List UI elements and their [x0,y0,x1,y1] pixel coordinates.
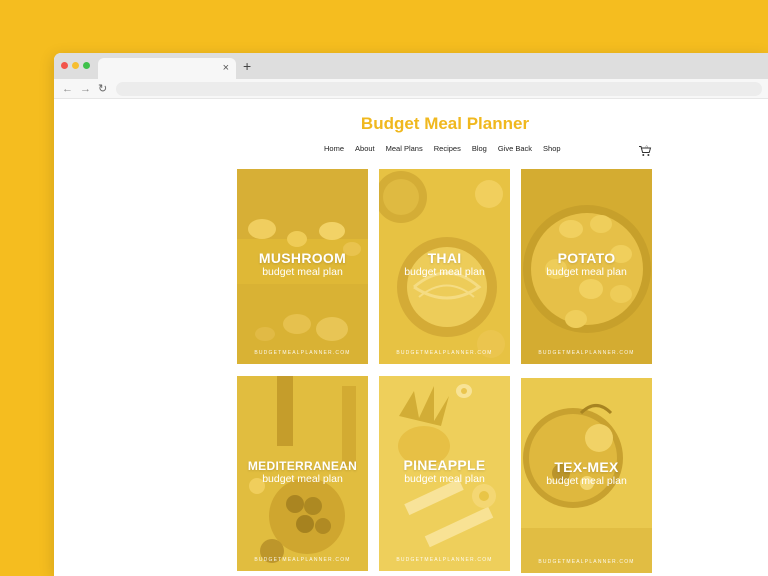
meal-plan-card-mushroom[interactable]: MUSHROOM budget meal plan BUDGETMEALPLAN… [237,169,368,364]
card-subtitle: budget meal plan [546,475,627,487]
close-window-dot[interactable] [61,62,68,69]
tab-bar: × + [54,53,768,79]
card-subtitle: budget meal plan [262,473,343,485]
card-title: POTATO [557,250,616,266]
close-tab-icon[interactable]: × [223,61,229,75]
meal-plan-card-thai[interactable]: THAI budget meal plan BUDGETMEALPLANNER.… [379,169,510,364]
address-bar[interactable] [116,82,762,96]
card-subtitle: budget meal plan [546,266,627,278]
menu-item-home[interactable]: Home [324,144,344,153]
card-footer: BUDGETMEALPLANNER.COM [538,350,635,356]
card-subtitle: budget meal plan [262,266,343,278]
menu-item-about[interactable]: About [355,144,375,153]
card-footer: BUDGETMEALPLANNER.COM [254,350,351,356]
card-subtitle: budget meal plan [404,473,485,485]
maximize-window-dot[interactable] [83,62,90,69]
browser-toolbar: ← → ↻ [54,79,768,99]
menu-item-blog[interactable]: Blog [472,144,487,153]
card-title: PINEAPPLE [403,457,486,473]
menu-item-shop[interactable]: Shop [543,144,561,153]
card-title: MUSHROOM [258,250,347,266]
browser-tab[interactable]: × [98,58,236,79]
meal-plan-card-pineapple[interactable]: PINEAPPLE budget meal plan BUDGETMEALPLA… [379,376,510,571]
card-subtitle: budget meal plan [404,266,485,278]
main-menu: Home About Meal Plans Recipes Blog Give … [324,144,561,153]
reload-icon[interactable]: ↻ [98,82,107,96]
menu-item-give-back[interactable]: Give Back [498,144,532,153]
card-title: TEX-MEX [554,459,619,475]
meal-plan-card-mediterranean[interactable]: MEDITERRANEAN budget meal plan BUDGETMEA… [237,376,368,571]
meal-plan-card-tex-mex[interactable]: TEX-MEX budget meal plan BUDGETMEALPLANN… [521,378,652,573]
card-footer: BUDGETMEALPLANNER.COM [396,557,493,563]
menu-item-meal-plans[interactable]: Meal Plans [386,144,423,153]
back-icon[interactable]: ← [62,82,73,96]
forward-icon[interactable]: → [80,82,91,96]
cart-icon[interactable]: 0 [638,145,652,157]
card-title: MEDITERRANEAN [247,459,358,473]
card-footer: BUDGETMEALPLANNER.COM [396,350,493,356]
menu-item-recipes[interactable]: Recipes [434,144,461,153]
browser-window: × + ← → ↻ Budget Meal Planner Home About… [54,53,768,576]
card-title: THAI [427,250,462,266]
card-footer: BUDGETMEALPLANNER.COM [254,557,351,563]
minimize-window-dot[interactable] [72,62,79,69]
new-tab-icon[interactable]: + [243,58,251,74]
site-title[interactable]: Budget Meal Planner [54,114,768,134]
meal-plan-card-potato[interactable]: POTATO budget meal plan BUDGETMEALPLANNE… [521,169,652,364]
card-footer: BUDGETMEALPLANNER.COM [538,559,635,565]
svg-text:0: 0 [646,145,648,149]
website: Budget Meal Planner Home About Meal Plan… [54,99,768,576]
